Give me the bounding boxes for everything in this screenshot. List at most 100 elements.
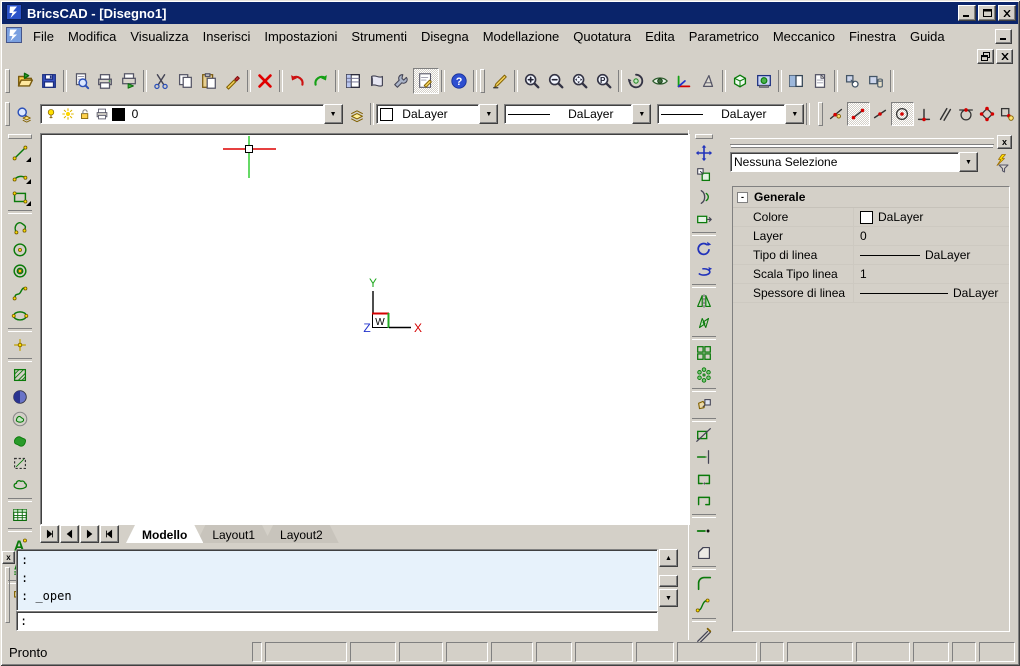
- property-value[interactable]: DaLayer: [853, 208, 1009, 226]
- snap-center-button[interactable]: [891, 102, 914, 126]
- menu-meccanico[interactable]: Meccanico: [766, 26, 842, 47]
- maximize-button[interactable]: [978, 5, 996, 21]
- minimize-button[interactable]: [958, 5, 976, 21]
- array-button[interactable]: [691, 342, 717, 364]
- menu-parametrico[interactable]: Parametrico: [682, 26, 766, 47]
- line-button[interactable]: [7, 142, 33, 164]
- tab-layout1[interactable]: Layout1: [196, 525, 271, 543]
- tab-nav-first-button[interactable]: [40, 525, 59, 543]
- linetype-combo[interactable]: DaLayer▼: [504, 104, 651, 124]
- chamfer-button[interactable]: [691, 542, 717, 564]
- menu-guida[interactable]: Guida: [903, 26, 952, 47]
- region-button[interactable]: [7, 408, 33, 430]
- mdi-restore-button[interactable]: [977, 49, 994, 64]
- polyline-button[interactable]: [7, 216, 33, 238]
- property-row[interactable]: Scala Tipo linea1: [733, 265, 1009, 284]
- chevron-down-icon[interactable]: ▼: [632, 104, 651, 124]
- command-grip[interactable]: [5, 567, 10, 623]
- hide-button[interactable]: [696, 69, 720, 93]
- trim-button[interactable]: [691, 424, 717, 446]
- tab-nav-last-button[interactable]: [100, 525, 119, 543]
- menu-strumenti[interactable]: Strumenti: [344, 26, 414, 47]
- box-3d-button[interactable]: [728, 69, 752, 93]
- toolbar_file-grip[interactable]: [5, 69, 10, 93]
- join-button[interactable]: [691, 468, 717, 490]
- filter-button[interactable]: [990, 152, 1012, 174]
- lineweight-combo[interactable]: DaLayer▼: [657, 104, 804, 124]
- rotate-button[interactable]: [691, 238, 717, 260]
- group-button[interactable]: [840, 69, 864, 93]
- command-input[interactable]: [17, 612, 663, 630]
- scroll-up-button[interactable]: ▲: [659, 549, 678, 567]
- match-properties-button[interactable]: [221, 69, 245, 93]
- mirror-3d-button[interactable]: [691, 312, 717, 334]
- stretch-button[interactable]: [691, 208, 717, 230]
- command-close-button[interactable]: x: [2, 551, 15, 564]
- collapse-icon[interactable]: -: [737, 192, 748, 203]
- color-combo[interactable]: DaLayer▼: [376, 104, 498, 124]
- tab-layout2[interactable]: Layout2: [264, 525, 339, 543]
- paste-button[interactable]: [197, 69, 221, 93]
- scroll-thumb[interactable]: [659, 575, 678, 587]
- copy-entity-button[interactable]: [691, 164, 717, 186]
- menu-finestra[interactable]: Finestra: [842, 26, 903, 47]
- view-button[interactable]: [648, 69, 672, 93]
- ungroup-button[interactable]: [864, 69, 888, 93]
- property-row[interactable]: Tipo di lineaDaLayer: [733, 246, 1009, 265]
- layer-combo[interactable]: 0▼: [40, 104, 343, 124]
- menu-edita[interactable]: Edita: [638, 26, 682, 47]
- bricscad-mdi-icon[interactable]: [6, 27, 22, 46]
- toolbar-grip[interactable]: [695, 134, 713, 139]
- property-section-header[interactable]: -Generale: [733, 187, 1009, 208]
- spline-button[interactable]: [7, 282, 33, 304]
- print-settings-button[interactable]: [117, 69, 141, 93]
- sketch-button[interactable]: [488, 69, 512, 93]
- snap-midpoint-button[interactable]: [870, 103, 891, 125]
- fillet-button[interactable]: [691, 572, 717, 594]
- snap-quadrant-button[interactable]: [976, 103, 997, 125]
- erase-button[interactable]: [253, 69, 277, 93]
- save-button[interactable]: [37, 69, 61, 93]
- redo-button[interactable]: [309, 69, 333, 93]
- menu-impostazioni[interactable]: Impostazioni: [257, 26, 344, 47]
- chevron-down-icon[interactable]: ▼: [959, 152, 978, 172]
- menu-quotatura[interactable]: Quotatura: [566, 26, 638, 47]
- render-button[interactable]: [752, 69, 776, 93]
- menu-disegna[interactable]: Disegna: [414, 26, 476, 47]
- point-button[interactable]: [7, 334, 33, 356]
- command-history[interactable]: ::: _open: [16, 549, 658, 611]
- snap-nearest-button[interactable]: [826, 103, 847, 125]
- donut-button[interactable]: [7, 260, 33, 282]
- drawing-canvas[interactable]: Y W Z X: [40, 133, 690, 525]
- panel-grip[interactable]: [730, 138, 994, 145]
- arc-button[interactable]: [7, 164, 33, 186]
- tab-modello[interactable]: Modello: [126, 525, 203, 543]
- tab-nav-next-button[interactable]: [80, 525, 99, 543]
- offset-button[interactable]: [691, 186, 717, 208]
- property-value[interactable]: 1: [853, 265, 1009, 283]
- open-polyline-button[interactable]: [691, 490, 717, 512]
- chevron-down-icon[interactable]: ▼: [479, 104, 498, 124]
- gradient-button[interactable]: [7, 386, 33, 408]
- selection-combo[interactable]: Nessuna Selezione ▼: [730, 152, 978, 172]
- rotate-3d-button[interactable]: [691, 260, 717, 282]
- menu-visualizza[interactable]: Visualizza: [123, 26, 195, 47]
- mirror-button[interactable]: [691, 290, 717, 312]
- table-button[interactable]: [7, 504, 33, 526]
- blend-button[interactable]: [691, 594, 717, 616]
- revcloud-button[interactable]: [7, 474, 33, 496]
- property-row[interactable]: Layer0: [733, 227, 1009, 246]
- command-scrollbar[interactable]: ▲ ▼: [659, 549, 676, 607]
- cut-button[interactable]: [149, 69, 173, 93]
- layer-explorer-button[interactable]: [13, 102, 36, 126]
- menu-modifica[interactable]: Modifica: [61, 26, 123, 47]
- open-button[interactable]: [13, 69, 37, 93]
- panel-close-button[interactable]: x: [997, 135, 1012, 149]
- ucs-icon-button[interactable]: [672, 69, 696, 93]
- mdi-minimize-button[interactable]: [995, 29, 1012, 44]
- menu-modellazione[interactable]: Modellazione: [476, 26, 567, 47]
- property-row[interactable]: Spessore di lineaDaLayer: [733, 284, 1009, 303]
- property-value[interactable]: 0: [853, 227, 1009, 245]
- print-preview-button[interactable]: [69, 69, 93, 93]
- chevron-down-icon[interactable]: ▼: [324, 104, 343, 124]
